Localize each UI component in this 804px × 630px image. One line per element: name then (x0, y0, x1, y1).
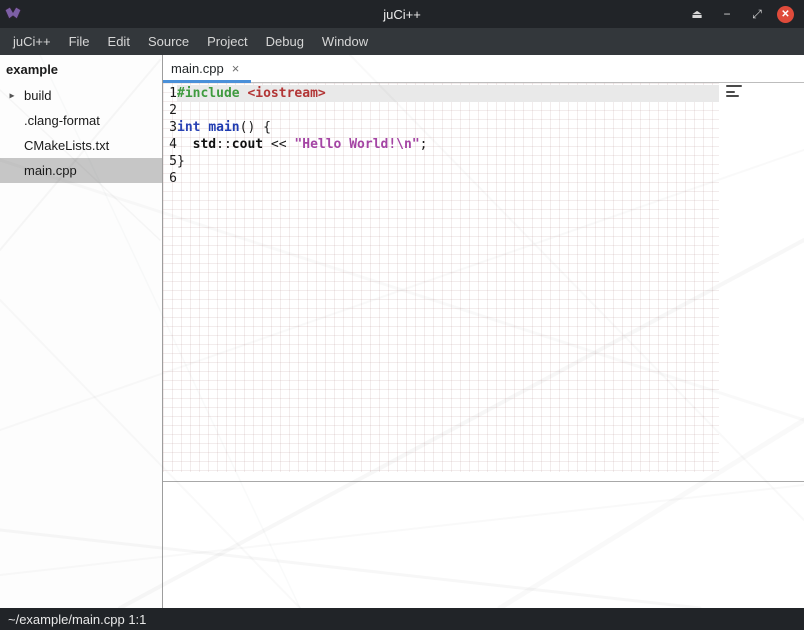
line-number: 6 (163, 170, 177, 187)
menu-source[interactable]: Source (139, 29, 198, 54)
minimap-mark (726, 85, 742, 87)
code-line[interactable]: int main() { (177, 119, 719, 136)
minimize-button[interactable]: − (717, 4, 737, 24)
tree-root-example[interactable]: example (0, 55, 162, 83)
tree-item-build[interactable]: ▸ build (0, 83, 162, 108)
line-number: 5 (163, 153, 177, 170)
line-numbers: 123456 (163, 85, 177, 187)
minimap-mark (726, 95, 739, 97)
code-token-function: main (208, 120, 239, 135)
code-token-namespace: std (193, 137, 216, 152)
menu-debug[interactable]: Debug (257, 29, 313, 54)
code-token-plain: () { (240, 120, 271, 135)
tab-main-cpp[interactable]: main.cpp × (163, 55, 251, 82)
code-token-plain: << (263, 137, 294, 152)
menu-jucipp[interactable]: juCi++ (4, 29, 60, 54)
code-token-string: "Hello World!\n" (294, 137, 419, 152)
content-area: example ▸ build .clang-format CMakeLists… (0, 55, 804, 608)
minimap (726, 85, 748, 97)
code-line[interactable] (177, 102, 719, 119)
code-token-plain: ; (420, 137, 428, 152)
line-number: 3 (163, 119, 177, 136)
restore-button[interactable]: ⤢ (747, 4, 767, 24)
file-tree-sidebar: example ▸ build .clang-format CMakeLists… (0, 55, 163, 608)
code-token-include-path: <iostream> (247, 86, 325, 101)
code-token-preproc: #include (177, 86, 240, 101)
code-token-plain (177, 137, 193, 152)
tab-close-icon[interactable]: × (232, 62, 240, 75)
code-line[interactable]: #include <iostream> (177, 85, 719, 102)
menu-window[interactable]: Window (313, 29, 377, 54)
code-line[interactable]: } (177, 153, 719, 170)
tabbar: main.cpp × (163, 55, 804, 83)
minimap-mark (726, 91, 735, 93)
status-file-location: ~/example/main.cpp 1:1 (8, 612, 146, 627)
menubar: juCi++ File Edit Source Project Debug Wi… (0, 28, 804, 55)
tree-item-clang-format[interactable]: .clang-format (0, 108, 162, 133)
output-panel[interactable] (163, 481, 804, 608)
titlebar: juCi++ ⏏ − ⤢ ✕ (0, 0, 804, 28)
tree-item-main-cpp[interactable]: main.cpp (0, 158, 162, 183)
expander-icon[interactable]: ▸ (7, 90, 17, 101)
close-button[interactable]: ✕ (777, 6, 794, 23)
code-token-keyword: int (177, 120, 200, 135)
menu-edit[interactable]: Edit (99, 29, 139, 54)
code-line[interactable]: std::cout << "Hello World!\n"; (177, 136, 719, 153)
tree-item-label: main.cpp (24, 163, 77, 178)
app-logo-icon (0, 0, 26, 28)
code-line[interactable] (177, 170, 719, 187)
tab-label: main.cpp (171, 61, 224, 76)
statusbar: ~/example/main.cpp 1:1 (0, 608, 804, 630)
eject-icon[interactable]: ⏏ (687, 4, 707, 24)
code-lines: #include <iostream> int main() { std::co… (177, 85, 719, 187)
tree-item-label: build (24, 88, 51, 103)
window-title: juCi++ (0, 7, 804, 22)
window-controls: ⏏ − ⤢ ✕ (687, 4, 804, 24)
app-window: juCi++ ⏏ − ⤢ ✕ juCi++ File Edit Source P… (0, 0, 804, 630)
tree-item-cmakelists[interactable]: CMakeLists.txt (0, 133, 162, 158)
code-token-plain: } (177, 154, 185, 169)
code-token-plain: :: (216, 137, 232, 152)
menu-file[interactable]: File (60, 29, 99, 54)
tree-item-label: .clang-format (24, 113, 100, 128)
code-editor[interactable]: 123456 #include <iostream> int main() { … (163, 83, 804, 481)
line-number: 1 (163, 85, 177, 102)
menu-project[interactable]: Project (198, 29, 256, 54)
line-number: 2 (163, 102, 177, 119)
tree-item-label: CMakeLists.txt (24, 138, 109, 153)
main-pane: main.cpp × 123456 #include <iostream> in… (163, 55, 804, 608)
line-number: 4 (163, 136, 177, 153)
code-token-namespace: cout (232, 137, 263, 152)
